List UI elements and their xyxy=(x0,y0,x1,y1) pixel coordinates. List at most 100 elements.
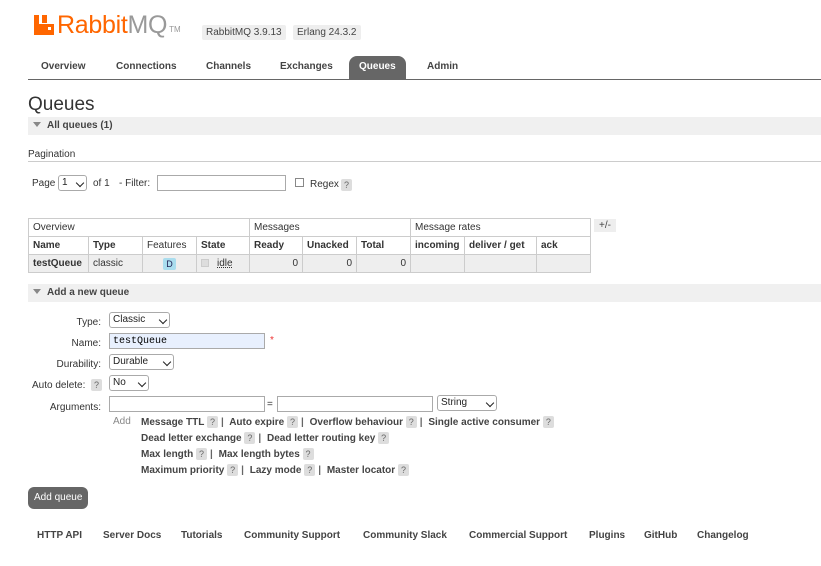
arg-maximum-priority[interactable]: Maximum priority xyxy=(141,465,224,476)
argument-type-select[interactable]: String xyxy=(437,395,497,411)
add-argument-label: Add xyxy=(113,416,131,427)
help-icon[interactable]: ? xyxy=(405,416,417,428)
regex-checkbox[interactable] xyxy=(295,178,304,187)
arg-link-row-3: Max length ? | Max length bytes ? xyxy=(141,448,314,460)
logo-text-rabbit: Rabbit xyxy=(57,11,128,39)
type-label: Type: xyxy=(76,317,101,328)
columns-toggle-button[interactable]: +/- xyxy=(594,219,616,232)
group-messages: Messages xyxy=(249,218,411,237)
all-queues-header: All queues (1) xyxy=(47,120,113,131)
pagination-divider xyxy=(28,161,821,162)
arg-auto-expire[interactable]: Auto expire xyxy=(229,417,284,428)
help-icon[interactable]: ? xyxy=(542,416,554,428)
group-overview: Overview xyxy=(28,218,250,237)
tab-admin[interactable]: Admin xyxy=(417,56,468,79)
add-queue-header: Add a new queue xyxy=(47,287,130,298)
auto-delete-select[interactable]: No xyxy=(109,375,149,391)
col-type[interactable]: Type xyxy=(88,236,143,255)
argument-key-input[interactable] xyxy=(109,396,265,412)
help-icon[interactable]: ? xyxy=(304,464,316,476)
group-message-rates: Message rates xyxy=(410,218,591,237)
col-name[interactable]: Name xyxy=(28,236,89,255)
state-indicator-icon xyxy=(201,259,209,268)
arg-max-length-bytes[interactable]: Max length bytes xyxy=(219,449,300,460)
footer-http-api[interactable]: HTTP API xyxy=(37,530,82,541)
durability-label: Durability: xyxy=(56,359,101,370)
col-ready[interactable]: Ready xyxy=(249,236,303,255)
tab-connections[interactable]: Connections xyxy=(106,56,187,79)
footer-plugins[interactable]: Plugins xyxy=(589,530,625,541)
col-features[interactable]: Features xyxy=(142,236,197,255)
filter-input[interactable] xyxy=(157,175,286,191)
durability-select[interactable]: Durable xyxy=(109,354,174,370)
tab-exchanges[interactable]: Exchanges xyxy=(270,56,343,79)
queue-type-select[interactable]: Classic xyxy=(109,312,170,328)
tab-channels[interactable]: Channels xyxy=(196,56,261,79)
add-queue-button[interactable]: Add queue xyxy=(28,487,89,509)
queue-state[interactable]: idle xyxy=(217,258,233,269)
col-unacked[interactable]: Unacked xyxy=(302,236,357,255)
col-state[interactable]: State xyxy=(196,236,250,255)
footer-changelog[interactable]: Changelog xyxy=(697,530,749,541)
queue-ready: 0 xyxy=(249,254,303,273)
footer-tutorials[interactable]: Tutorials xyxy=(181,530,222,541)
arg-dead-letter-exchange[interactable]: Dead letter exchange xyxy=(141,433,242,444)
page-of-label: of 1 xyxy=(93,178,110,189)
help-icon[interactable]: ? xyxy=(227,464,239,476)
footer-commercial-support[interactable]: Commercial Support xyxy=(469,530,567,541)
help-icon[interactable]: ? xyxy=(397,464,409,476)
col-ack[interactable]: ack xyxy=(536,236,591,255)
tab-overview[interactable]: Overview xyxy=(31,56,95,79)
arg-link-row-2: Dead letter exchange ? | Dead letter rout… xyxy=(141,432,390,444)
all-queues-section-toggle[interactable]: All queues (1) xyxy=(28,117,821,135)
page-select[interactable]: 1 xyxy=(58,175,87,191)
col-incoming[interactable]: incoming xyxy=(410,236,465,255)
col-total[interactable]: Total xyxy=(356,236,411,255)
footer-community-slack[interactable]: Community Slack xyxy=(363,530,447,541)
arg-lazy-mode[interactable]: Lazy mode xyxy=(250,465,302,476)
queues-table: Overview Messages Message rates Name Typ… xyxy=(28,218,591,273)
table-row[interactable]: testQueue classic D idle 0 0 0 xyxy=(28,254,591,273)
footer-community-support[interactable]: Community Support xyxy=(244,530,340,541)
footer-server-docs[interactable]: Server Docs xyxy=(103,530,161,541)
queue-state-cell: idle xyxy=(196,254,250,273)
collapse-triangle-icon xyxy=(33,122,41,127)
arguments-label: Arguments: xyxy=(49,402,101,413)
durable-feature-badge[interactable]: D xyxy=(163,257,176,270)
help-icon[interactable]: ? xyxy=(206,416,218,428)
help-icon[interactable]: ? xyxy=(378,432,390,444)
queue-name-link[interactable]: testQueue xyxy=(28,254,89,273)
required-marker: * xyxy=(270,335,274,346)
arg-dead-letter-routing-key[interactable]: Dead letter routing key xyxy=(267,433,375,444)
add-queue-section-toggle[interactable]: Add a new queue xyxy=(28,284,821,302)
arg-message-ttl[interactable]: Message TTL xyxy=(141,417,204,428)
arg-single-active-consumer[interactable]: Single active consumer xyxy=(428,417,540,428)
logo-tm: TM xyxy=(169,25,181,34)
rabbitmq-logo[interactable]: Rabbit MQ TM xyxy=(34,12,181,38)
col-deliver-get[interactable]: deliver / get xyxy=(464,236,537,255)
regex-help-icon[interactable]: ? xyxy=(341,179,353,191)
page-label: Page xyxy=(32,178,56,189)
queue-unacked: 0 xyxy=(302,254,357,273)
argument-equals: = xyxy=(267,399,273,410)
arg-max-length[interactable]: Max length xyxy=(141,449,193,460)
argument-value-input[interactable] xyxy=(277,396,433,412)
main-nav: Overview Connections Channels Exchanges … xyxy=(28,56,821,80)
name-label: Name: xyxy=(71,338,101,349)
auto-delete-help-icon[interactable]: ? xyxy=(91,379,103,391)
arg-overflow-behaviour[interactable]: Overflow behaviour xyxy=(310,417,403,428)
tab-queues[interactable]: Queues xyxy=(349,56,406,79)
queue-ack xyxy=(536,254,591,273)
arg-master-locator[interactable]: Master locator xyxy=(327,465,395,476)
queue-name-input[interactable] xyxy=(109,333,265,349)
queue-deliver-get xyxy=(464,254,537,273)
help-icon[interactable]: ? xyxy=(244,432,256,444)
footer-github[interactable]: GitHub xyxy=(644,530,677,541)
help-icon[interactable]: ? xyxy=(196,448,208,460)
filter-label: - Filter: xyxy=(119,178,151,189)
page-title: Queues xyxy=(28,94,95,115)
queue-total: 0 xyxy=(356,254,411,273)
help-icon[interactable]: ? xyxy=(302,448,314,460)
queue-type: classic xyxy=(88,254,143,273)
help-icon[interactable]: ? xyxy=(287,416,299,428)
